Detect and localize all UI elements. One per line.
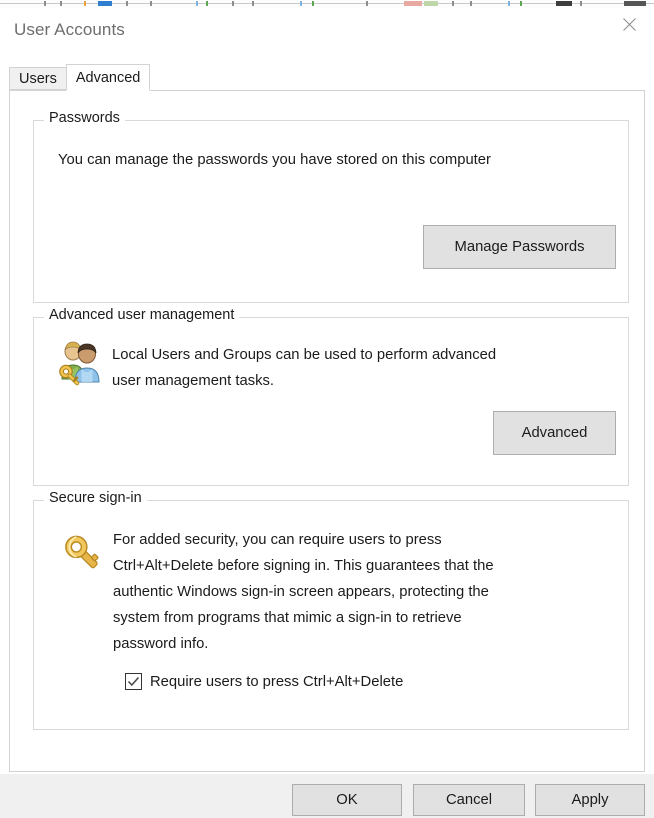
secure-signin-description-line2: Ctrl+Alt+Delete before signing in. This … [113,558,494,574]
advanced-user-management-description-line2: user management tasks. [112,373,275,389]
require-ctrl-alt-delete-label: Require users to press Ctrl+Alt+Delete [150,673,404,690]
apply-button[interactable]: Apply [535,784,645,816]
key-icon [58,530,106,583]
tab-strip: Users Advanced [9,64,151,91]
user-accounts-dialog: User Accounts Users Advanced Passwords Y… [0,8,654,818]
background-tick [366,1,368,6]
background-tick [98,1,112,6]
group-advanced-user-management-legend: Advanced user management [44,307,240,323]
tab-users[interactable]: Users [9,67,67,90]
background-tick [232,1,234,6]
background-tick [300,1,302,6]
group-secure-signin-legend: Secure sign-in [44,490,147,506]
close-button[interactable] [606,8,652,40]
background-tick [196,1,198,6]
background-tick [312,1,314,6]
background-tick [44,1,46,6]
background-desktop-strip [0,0,654,8]
cancel-button[interactable]: Cancel [413,784,525,816]
background-tick [252,1,254,6]
secure-signin-description-line3: authentic Windows sign-in screen appears… [113,584,489,600]
tab-advanced[interactable]: Advanced [65,64,151,91]
secure-signin-description-line5: password info. [113,636,209,652]
dialog-footer: OK Cancel Apply [0,774,654,818]
background-tick [580,1,582,6]
background-tick [556,1,572,6]
advanced-user-management-description-line1: Local Users and Groups can be used to pe… [112,347,497,363]
group-passwords-legend: Passwords [44,110,125,126]
secure-signin-description-line4: system from programs that mimic a sign-i… [113,610,462,626]
ok-button[interactable]: OK [292,784,402,816]
background-tick [84,1,86,6]
background-tick [404,1,422,6]
background-tick [624,1,646,6]
secure-signin-description-line1: For added security, you can require user… [113,532,442,548]
close-icon [622,17,636,31]
background-tick [150,1,152,6]
group-secure-signin: Secure sign-in For added security, you c… [33,490,629,730]
manage-passwords-button[interactable]: Manage Passwords [423,225,616,269]
title-bar: User Accounts [0,8,654,52]
group-passwords: Passwords You can manage the passwords y… [33,110,629,303]
background-tick [424,1,438,6]
passwords-description: You can manage the passwords you have st… [58,152,491,168]
background-tick [508,1,510,6]
background-tick [206,1,208,6]
background-tick [520,1,522,6]
tab-panel-advanced: Passwords You can manage the passwords y… [9,90,645,772]
advanced-button[interactable]: Advanced [493,411,616,455]
background-tick [126,1,128,6]
require-ctrl-alt-delete-checkbox-row[interactable]: Require users to press Ctrl+Alt+Delete [125,673,403,690]
background-tick [60,1,62,6]
checkmark-icon [127,676,140,687]
require-ctrl-alt-delete-checkbox[interactable] [125,673,142,690]
background-tick [470,1,472,6]
tab-users-label: Users [19,70,57,87]
tab-advanced-label: Advanced [75,69,141,86]
background-tick [452,1,454,6]
group-advanced-user-management: Advanced user management Local Users and… [33,307,629,486]
window-title: User Accounts [14,20,125,39]
users-with-key-icon [56,339,104,392]
